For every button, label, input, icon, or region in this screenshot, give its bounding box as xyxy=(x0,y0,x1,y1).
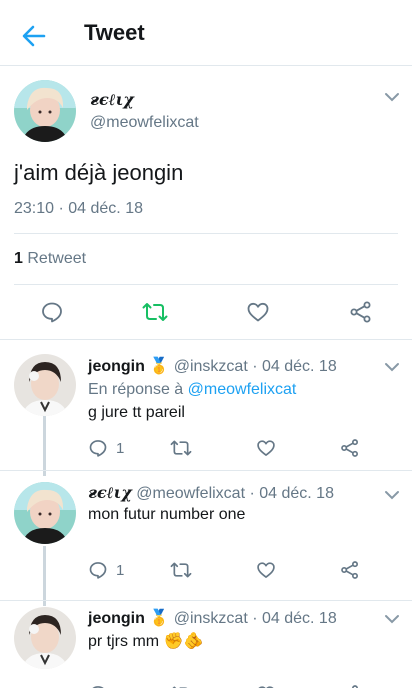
reply-count: 1 xyxy=(116,561,125,579)
tweet-actions xyxy=(0,298,412,326)
badge-emoji: 🥇 xyxy=(149,358,170,375)
like-icon[interactable] xyxy=(256,558,276,582)
divider xyxy=(14,233,398,234)
share-icon[interactable] xyxy=(340,436,360,460)
reply-button[interactable]: 1 xyxy=(88,436,124,460)
retweet-stats[interactable]: 1 Retweet xyxy=(14,250,86,268)
like-icon[interactable] xyxy=(256,436,276,460)
reply-header: ғєℓιχ @meowfelixcat · 04 déc. 18 xyxy=(88,483,334,503)
tweet-text: pr tjrs mm ✊🫵 xyxy=(88,633,204,650)
badge-emoji: 🥇 xyxy=(149,610,170,627)
reply-prefix: En réponse à xyxy=(88,381,184,398)
reply-tweet[interactable]: jeongin 🥇 @inskzcat · 04 déc. 18 pr tjrs… xyxy=(0,596,412,688)
reply-context: En réponse à @meowfelixcat xyxy=(88,381,296,399)
avatar[interactable] xyxy=(14,354,76,416)
reply-icon[interactable] xyxy=(38,298,66,326)
avatar[interactable] xyxy=(14,80,76,142)
separator-dot: · xyxy=(249,485,255,502)
tweet-actions: 1 xyxy=(88,558,388,582)
chevron-down-icon[interactable] xyxy=(384,360,400,372)
author-name[interactable]: jeongin xyxy=(88,610,145,627)
reply-button[interactable]: 1 xyxy=(88,558,124,582)
page-title: Tweet xyxy=(84,20,145,45)
avatar[interactable] xyxy=(14,482,76,544)
thread-line xyxy=(43,466,46,476)
separator-dot: · xyxy=(252,610,258,627)
divider xyxy=(0,470,412,471)
mention-link[interactable]: @meowfelixcat xyxy=(188,381,297,398)
tweet-text: mon futur number one xyxy=(88,506,246,523)
author-name[interactable]: jeongin xyxy=(88,358,145,375)
tweet-timestamp[interactable]: 23:10 · 04 déc. 18 xyxy=(14,200,143,218)
tweet-date[interactable]: 04 déc. 18 xyxy=(262,358,337,375)
share-icon[interactable] xyxy=(340,682,360,688)
reply-icon[interactable] xyxy=(88,682,108,688)
share-icon[interactable] xyxy=(340,558,360,582)
thread-line xyxy=(43,596,46,606)
chevron-down-icon[interactable] xyxy=(384,612,400,624)
tweet-text: g jure tt pareil xyxy=(88,404,185,421)
retweet-label: Retweet xyxy=(27,250,87,267)
reply-header: jeongin 🥇 @inskzcat · 04 déc. 18 xyxy=(88,356,337,376)
reply-count: 1 xyxy=(116,439,125,457)
tweet-actions xyxy=(88,682,388,688)
reply-icon xyxy=(89,562,107,579)
tweet-actions: 1 xyxy=(88,436,388,460)
separator-dot: · xyxy=(252,358,258,375)
like-icon[interactable] xyxy=(244,298,272,326)
author-handle[interactable]: @meowfelixcat xyxy=(136,485,245,502)
top-bar: Tweet xyxy=(0,0,412,66)
retweet-icon[interactable] xyxy=(170,682,192,688)
retweet-icon[interactable] xyxy=(170,558,192,582)
main-tweet: ғєℓιχ @meowfelixcat j'aim déjà jeongin 2… xyxy=(0,66,412,340)
author-name[interactable]: ғєℓιχ xyxy=(90,90,134,110)
share-icon[interactable] xyxy=(347,298,375,326)
like-icon[interactable] xyxy=(256,682,276,688)
chevron-down-icon[interactable] xyxy=(384,488,400,500)
back-arrow-icon[interactable] xyxy=(20,22,48,50)
reply-tweet[interactable]: ғєℓιχ @meowfelixcat · 04 déc. 18 mon fut… xyxy=(0,466,412,604)
divider xyxy=(0,600,412,601)
reply-tweet[interactable]: jeongin 🥇 @inskzcat · 04 déc. 18 En répo… xyxy=(0,340,412,474)
tweet-date[interactable]: 04 déc. 18 xyxy=(262,610,337,627)
retweet-icon[interactable] xyxy=(141,298,169,326)
reply-icon xyxy=(89,440,107,457)
avatar[interactable] xyxy=(14,607,76,669)
reply-header: jeongin 🥇 @inskzcat · 04 déc. 18 xyxy=(88,608,337,628)
author-handle[interactable]: @meowfelixcat xyxy=(90,114,199,132)
tweet-text: j'aim déjà jeongin xyxy=(14,160,184,185)
chevron-down-icon[interactable] xyxy=(384,90,400,102)
tweet-date[interactable]: 04 déc. 18 xyxy=(259,485,334,502)
author-handle[interactable]: @inskzcat xyxy=(174,610,248,627)
author-handle[interactable]: @inskzcat xyxy=(174,358,248,375)
divider xyxy=(14,284,398,285)
author-name[interactable]: ғєℓιχ xyxy=(88,483,132,502)
retweet-count: 1 xyxy=(14,250,23,267)
retweet-icon[interactable] xyxy=(170,436,192,460)
